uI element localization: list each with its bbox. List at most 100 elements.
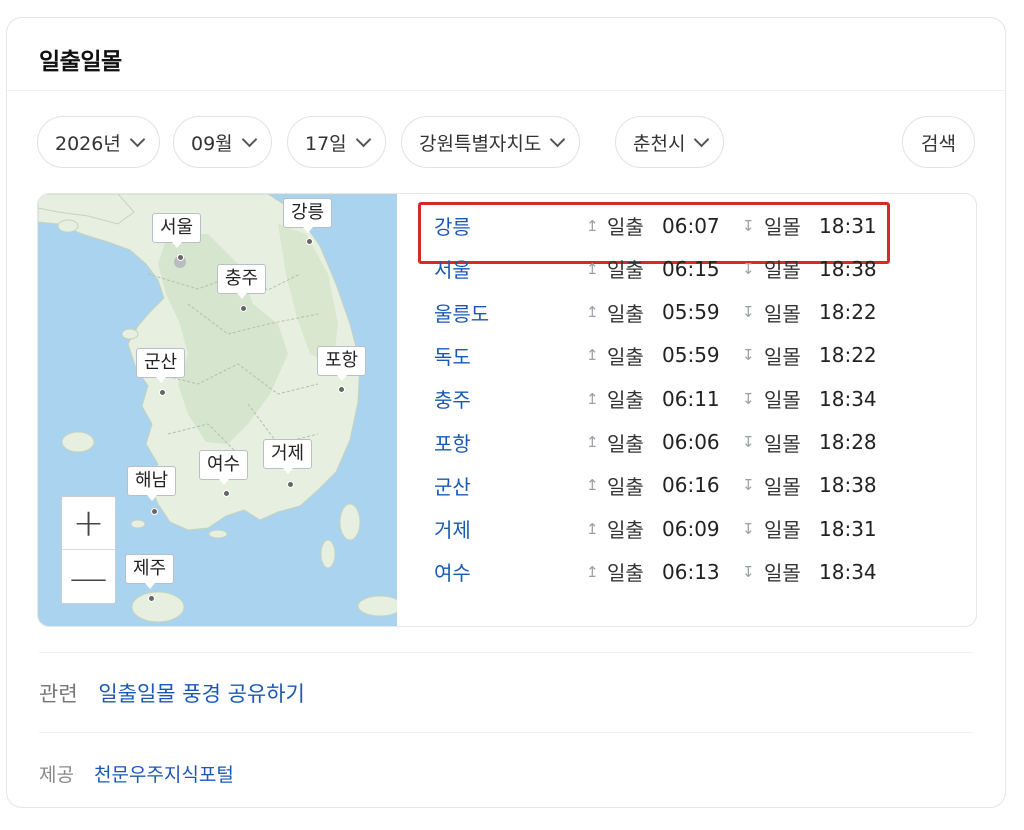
map-label-gangneung[interactable]: 강릉 xyxy=(283,198,333,233)
sunrise-label: 일출 xyxy=(607,431,644,456)
month-select[interactable]: 09월 xyxy=(173,116,272,168)
sunrise-time: 06:13 xyxy=(662,559,720,584)
city-name-link[interactable]: 울릉도 xyxy=(434,298,489,327)
sunrise-label: 일출 xyxy=(607,561,644,586)
sun-times-row: 독도 ↥ 일출 05:59 ↧ 일몰 18:22 xyxy=(420,334,920,377)
sunrise-time: 06:07 xyxy=(662,213,720,238)
year-select[interactable]: 2026년 xyxy=(37,116,160,168)
sun-times-row: 강릉 ↥ 일출 06:07 ↧ 일몰 18:31 xyxy=(420,204,920,247)
map-label-jeju[interactable]: 제주 xyxy=(125,554,175,589)
sunrise-icon: ↥ xyxy=(586,259,599,278)
sunrise-icon: ↥ xyxy=(586,519,599,538)
city-value: 춘천시 xyxy=(633,132,686,155)
map-marker xyxy=(148,595,155,602)
related-label: 관련 xyxy=(39,682,78,706)
sunrise-icon: ↥ xyxy=(586,346,599,365)
search-label: 검색 xyxy=(921,132,956,155)
province-select[interactable]: 강원특별자치도 xyxy=(401,116,581,168)
result-panel: 서울 강릉 충주 군산 포항 거제 여수 해남 제주 + — 강릉 ↥ 일출 0… xyxy=(37,193,977,627)
chevron-down-icon xyxy=(694,131,710,147)
related-link[interactable]: 일출일몰 풍경 공유하기 xyxy=(98,682,305,706)
map-label-seoul[interactable]: 서울 xyxy=(152,213,202,248)
title-divider xyxy=(7,90,1005,91)
provider-link[interactable]: 천문우주지식포털 xyxy=(94,764,234,786)
sunrise-icon: ↥ xyxy=(586,476,599,495)
city-name-link[interactable]: 군산 xyxy=(434,471,471,500)
map-marker xyxy=(338,386,345,393)
sun-times-row: 울릉도 ↥ 일출 05:59 ↧ 일몰 18:22 xyxy=(420,291,920,334)
sunrise-time: 05:59 xyxy=(662,343,720,368)
sunset-label: 일몰 xyxy=(764,215,801,239)
zoom-out-button[interactable]: — xyxy=(62,551,115,604)
city-name-link[interactable]: 독도 xyxy=(434,341,471,370)
sunrise-time: 06:11 xyxy=(662,386,720,411)
korea-map[interactable]: 서울 강릉 충주 군산 포항 거제 여수 해남 제주 + — xyxy=(38,194,397,626)
map-label-geoje[interactable]: 거제 xyxy=(263,439,313,474)
city-select[interactable]: 춘천시 xyxy=(615,116,725,168)
search-button[interactable]: 검색 xyxy=(902,116,975,168)
filter-bar: 2026년 09월 17일 강원특별자치도 춘천시 검색 xyxy=(37,116,975,168)
sun-times-row: 서울 ↥ 일출 06:15 ↧ 일몰 18:38 xyxy=(420,247,920,290)
city-name-link[interactable]: 서울 xyxy=(434,254,471,283)
provider-section: 제공 천문우주지식포털 xyxy=(39,760,234,787)
chevron-down-icon xyxy=(241,131,257,147)
section-divider xyxy=(39,652,973,653)
province-value: 강원특별자치도 xyxy=(419,132,542,155)
sunset-label: 일몰 xyxy=(764,561,801,586)
sunset-icon: ↧ xyxy=(742,346,755,365)
day-value: 17일 xyxy=(305,132,347,155)
sunset-icon: ↧ xyxy=(742,216,755,235)
card-title: 일출일몰 xyxy=(39,49,122,75)
sunset-icon: ↧ xyxy=(742,476,755,495)
year-value: 2026년 xyxy=(55,132,121,155)
map-label-gunsan[interactable]: 군산 xyxy=(136,348,186,383)
sunset-time: 18:38 xyxy=(819,256,877,281)
provider-label: 제공 xyxy=(39,764,74,786)
chevron-down-icon xyxy=(355,131,371,147)
chevron-down-icon xyxy=(129,131,146,147)
sunset-icon: ↧ xyxy=(742,389,755,408)
sun-times-row: 거제 ↥ 일출 06:09 ↧ 일몰 18:31 xyxy=(420,507,920,550)
sunset-time: 18:34 xyxy=(819,386,877,411)
chevron-down-icon xyxy=(550,131,566,147)
sunset-label: 일몰 xyxy=(764,388,801,413)
sunset-icon: ↧ xyxy=(742,519,755,538)
map-marker xyxy=(177,254,184,261)
city-name-link[interactable]: 충주 xyxy=(434,384,471,413)
city-name-link[interactable]: 여수 xyxy=(434,557,471,586)
sunset-icon: ↧ xyxy=(742,433,755,451)
sunrise-label: 일출 xyxy=(607,388,644,413)
zoom-control: + — xyxy=(61,496,116,604)
sunset-label: 일몰 xyxy=(764,301,801,326)
map-label-yeosu[interactable]: 여수 xyxy=(199,450,249,485)
sunrise-label: 일출 xyxy=(607,301,644,326)
sunrise-time: 06:16 xyxy=(662,473,720,498)
sunset-time: 18:34 xyxy=(819,559,877,584)
zoom-in-button[interactable]: + xyxy=(62,497,115,550)
sunset-time: 18:31 xyxy=(819,213,877,238)
city-name-link[interactable]: 거제 xyxy=(434,514,471,543)
map-marker xyxy=(306,238,313,245)
sunrise-label: 일출 xyxy=(607,258,644,283)
sunrise-time: 06:15 xyxy=(662,256,720,281)
map-label-chungju[interactable]: 충주 xyxy=(217,264,267,299)
sunset-time: 18:28 xyxy=(819,430,877,454)
map-label-pohang[interactable]: 포항 xyxy=(317,346,367,381)
sunset-time: 18:38 xyxy=(819,473,877,498)
sunrise-label: 일출 xyxy=(607,344,644,369)
map-label-haenam[interactable]: 해남 xyxy=(127,466,177,501)
sunrise-icon: ↥ xyxy=(586,562,599,581)
sunset-icon: ↧ xyxy=(742,259,755,278)
sunset-icon: ↧ xyxy=(742,303,755,322)
related-section: 관련 일출일몰 풍경 공유하기 xyxy=(39,678,305,708)
sunset-label: 일몰 xyxy=(764,258,801,283)
day-select[interactable]: 17일 xyxy=(287,116,386,168)
city-name-link[interactable]: 포항 xyxy=(434,428,471,457)
sunrise-label: 일출 xyxy=(607,474,644,499)
sunset-label: 일몰 xyxy=(764,344,801,369)
sunrise-time: 06:06 xyxy=(662,430,720,454)
sunrise-icon: ↥ xyxy=(586,389,599,408)
sunrise-sunset-card: 일출일몰 2026년 09월 17일 강원특별자치도 춘천시 검색 서울 강릉 … xyxy=(6,17,1006,808)
sunset-icon: ↧ xyxy=(742,562,755,581)
city-name-link[interactable]: 강릉 xyxy=(434,211,471,240)
